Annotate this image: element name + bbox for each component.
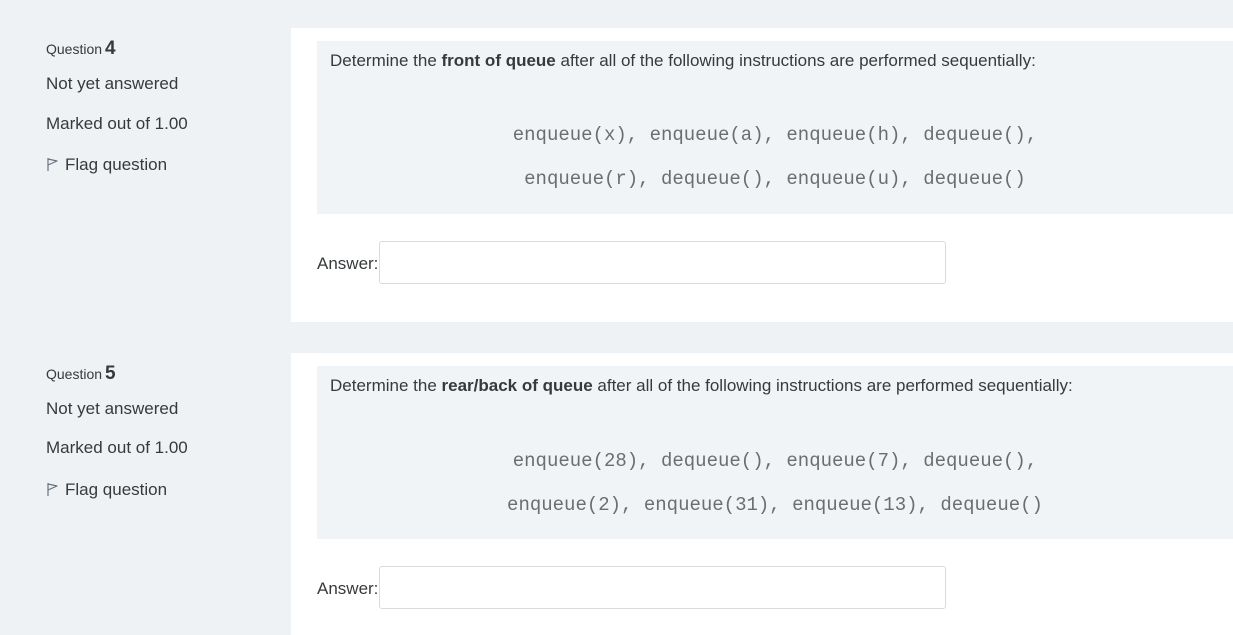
code-line-2: enqueue(r), dequeue(), enqueue(u), deque… <box>524 168 1026 190</box>
flag-icon <box>46 478 65 502</box>
code-line-1: enqueue(x), enqueue(a), enqueue(h), dequ… <box>512 124 1038 146</box>
flag-icon <box>46 153 65 177</box>
code-line-2: enqueue(2), enqueue(31), enqueue(13), de… <box>507 494 1043 516</box>
flag-question-link[interactable]: Flag question <box>46 153 167 177</box>
question-state: Not yet answered <box>46 74 179 93</box>
question-number: Question 5 <box>46 363 116 385</box>
quiz-page: Question 4 Not yet answered Marked out of… <box>0 0 1233 635</box>
question-state: Not yet answered <box>46 399 179 418</box>
code-line-1: enqueue(28), dequeue(), enqueue(7), dequ… <box>512 450 1038 472</box>
flag-question-link[interactable]: Flag question <box>46 478 167 502</box>
answer-label: Answer: <box>317 579 379 598</box>
answer-label: Answer: <box>317 254 379 273</box>
question-text: Determine the front of queue after all o… <box>330 51 1036 71</box>
question-number: Question 4 <box>46 38 116 60</box>
question-text-box: Determine the front of queue after all o… <box>317 41 1233 214</box>
question-text-suffix: after all of the following instructions … <box>555 51 1036 70</box>
question-text-suffix: after all of the following instructions … <box>592 376 1073 395</box>
question-content: Determine the front of queue after all o… <box>291 28 1233 322</box>
question-grade: Marked out of 1.00 <box>46 114 188 133</box>
answer-input[interactable] <box>379 241 946 284</box>
question-text: Determine the rear/back of queue after a… <box>330 376 1073 396</box>
flag-question-label: Flag question <box>65 480 168 499</box>
question-info: Question 4 Not yet answered Marked out of… <box>0 28 291 322</box>
question-grade: Marked out of 1.00 <box>46 438 188 457</box>
question-content: Determine the rear/back of queue after a… <box>291 353 1233 635</box>
answer-input[interactable] <box>379 566 946 609</box>
question-text-box: Determine the rear/back of queue after a… <box>317 366 1233 539</box>
question-label: Question <box>46 41 103 57</box>
question-label: Question <box>46 366 103 382</box>
question-info: Question 5 Not yet answered Marked out of… <box>0 353 291 635</box>
question-number-value: 4 <box>105 38 116 59</box>
question-number-value: 5 <box>105 363 116 384</box>
flag-question-label: Flag question <box>65 155 168 174</box>
question-5: Question 5 Not yet answered Marked out of… <box>0 353 1233 635</box>
question-text-emphasis: rear/back of queue <box>441 376 593 395</box>
question-text-prefix: Determine the <box>330 51 442 70</box>
question-text-prefix: Determine the <box>330 376 442 395</box>
question-text-emphasis: front of queue <box>441 51 556 70</box>
question-4: Question 4 Not yet answered Marked out of… <box>0 28 1233 322</box>
